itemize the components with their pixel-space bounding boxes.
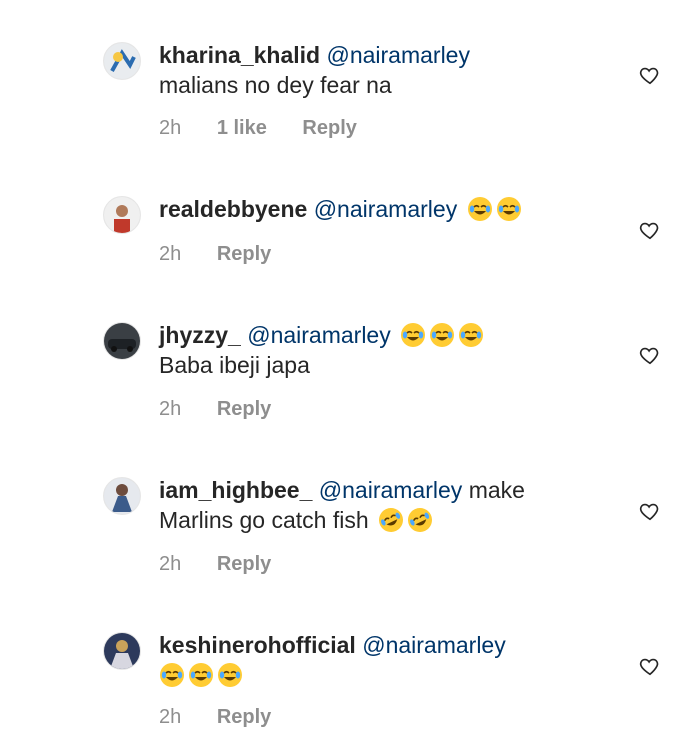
comment-meta: 2h Reply [159, 553, 301, 576]
comment-time: 2h [159, 243, 182, 265]
comment-mention[interactable]: @nairamarley [247, 322, 391, 348]
comment-mention[interactable]: @nairamarley [314, 196, 458, 222]
comment-meta: 2h 1 like Reply [159, 117, 387, 140]
reply-button[interactable]: Reply [217, 706, 271, 728]
rolling-on-floor-laughing-icon [378, 507, 404, 533]
comment-time: 2h [159, 553, 182, 575]
avatar[interactable] [103, 322, 141, 360]
heart-outline-icon[interactable] [639, 219, 661, 241]
comment-meta: 2h Reply [159, 398, 301, 421]
comment-text: keshinerohofficial @nairamarley [159, 630, 629, 690]
heart-outline-icon[interactable] [639, 344, 661, 366]
comment-body: Baba ibeji japa [159, 352, 310, 378]
comment-mention[interactable]: @nairamarley [362, 632, 506, 658]
comment-text: realdebbyene @nairamarley [159, 194, 629, 224]
heart-outline-icon[interactable] [639, 64, 661, 86]
comment-body: malians no dey fear na [159, 72, 392, 98]
reply-button[interactable]: Reply [302, 117, 356, 139]
comment-body-inline: make [468, 477, 525, 503]
comment-meta: 2h Reply [159, 706, 301, 729]
comment-body: Marlins go catch fish [159, 507, 369, 533]
comment-username[interactable]: jhyzzy_ [159, 322, 241, 348]
heart-outline-icon[interactable] [639, 500, 661, 522]
comment-username[interactable]: keshinerohofficial [159, 632, 356, 658]
comment-mention[interactable]: @nairamarley [319, 477, 463, 503]
rolling-on-floor-laughing-icon [407, 507, 433, 533]
avatar[interactable] [103, 632, 141, 670]
comment-username[interactable]: iam_highbee_ [159, 477, 312, 503]
reply-button[interactable]: Reply [217, 553, 271, 575]
avatar[interactable] [103, 42, 141, 80]
comment-likes[interactable]: 1 like [217, 117, 267, 139]
reply-button[interactable]: Reply [217, 243, 271, 265]
face-with-tears-of-joy-icon [496, 196, 522, 222]
face-with-tears-of-joy-icon [217, 662, 243, 688]
comment-text: kharina_khalid @nairamarley malians no d… [159, 40, 629, 100]
comment-time: 2h [159, 398, 182, 420]
face-with-tears-of-joy-icon [458, 322, 484, 348]
face-with-tears-of-joy-icon [188, 662, 214, 688]
comment-text: jhyzzy_ @nairamarley Baba ibeji japa [159, 320, 629, 380]
avatar[interactable] [103, 477, 141, 515]
comment-mention[interactable]: @nairamarley [326, 42, 470, 68]
face-with-tears-of-joy-icon [429, 322, 455, 348]
comment-time: 2h [159, 706, 182, 728]
face-with-tears-of-joy-icon [159, 662, 185, 688]
comment-username[interactable]: kharina_khalid [159, 42, 320, 68]
avatar[interactable] [103, 196, 141, 234]
comment-username[interactable]: realdebbyene [159, 196, 307, 222]
comment-time: 2h [159, 117, 182, 139]
face-with-tears-of-joy-icon [400, 322, 426, 348]
comment-text: iam_highbee_ @nairamarley make Marlins g… [159, 475, 629, 535]
comment-meta: 2h Reply [159, 243, 301, 266]
heart-outline-icon[interactable] [639, 655, 661, 677]
reply-button[interactable]: Reply [217, 398, 271, 420]
face-with-tears-of-joy-icon [467, 196, 493, 222]
